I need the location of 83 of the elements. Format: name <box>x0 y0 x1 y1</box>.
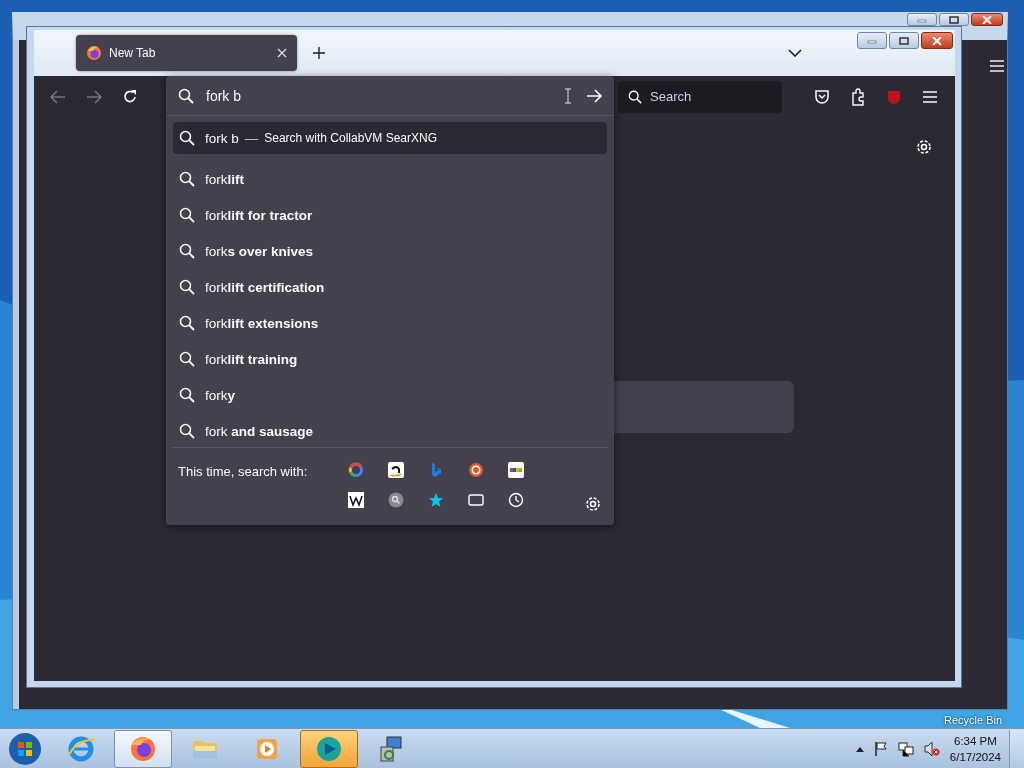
ring-icon[interactable] <box>348 462 364 479</box>
settings-icon[interactable] <box>584 495 602 513</box>
reload-icon[interactable] <box>122 88 138 105</box>
disc-icon <box>315 734 343 763</box>
tab-icon[interactable] <box>468 492 484 509</box>
minimize-icon <box>917 16 927 24</box>
star-icon[interactable] <box>428 492 444 509</box>
close-button[interactable] <box>971 13 1003 26</box>
suggestion-text: forklift <box>205 171 244 187</box>
action-text: Search with CollabVM SearXNG <box>264 131 437 146</box>
maximize-icon <box>949 16 959 24</box>
tile-icon[interactable] <box>388 462 404 479</box>
suggestion-text: fork and sausage <box>205 423 314 439</box>
suggestion-text: forky <box>205 387 236 403</box>
back-arrow-icon[interactable] <box>50 89 66 104</box>
clock[interactable]: 6:34 PM 6/17/2024 <box>949 732 1001 765</box>
menu-icon[interactable] <box>989 59 1005 73</box>
suggestion-row[interactable]: forklift for tractor <box>173 199 607 232</box>
flag-icon[interactable] <box>873 740 888 757</box>
address-field[interactable]: fork b <box>204 86 554 105</box>
caret-up-icon[interactable] <box>855 745 864 752</box>
suggestion-row[interactable]: forklift extensions <box>173 307 607 340</box>
speaker-muted-icon[interactable] <box>923 740 940 757</box>
suggestion-row[interactable]: forks over knives <box>173 235 607 268</box>
maximize-button[interactable] <box>939 13 969 26</box>
search-icon <box>179 387 195 404</box>
suggestion-text: forklift certification <box>205 279 325 295</box>
search-icon <box>628 88 642 105</box>
search-icon <box>179 243 195 260</box>
minimize-button[interactable] <box>857 32 887 49</box>
orb-icon <box>8 731 42 766</box>
fox-icon <box>129 734 157 763</box>
magnifier-icon[interactable] <box>388 492 404 509</box>
suggestion-text: forklift for tractor <box>205 207 313 223</box>
taskbar-button[interactable] <box>114 729 172 768</box>
suggestion-row[interactable]: forky <box>173 379 607 412</box>
e-shape-icon <box>67 734 95 763</box>
suggestion-row[interactable]: fork b — Search with CollabVM SearXNG <box>173 122 607 155</box>
network-icon[interactable] <box>897 740 914 757</box>
tab[interactable]: New Tab <box>76 35 297 71</box>
search-icon <box>179 171 195 188</box>
chevron-icon[interactable] <box>788 49 802 57</box>
query-text: fork b <box>205 130 239 146</box>
search-icon <box>179 351 195 368</box>
search-field[interactable]: Search <box>648 88 772 105</box>
tab-label: New Tab <box>109 46 157 60</box>
search-bar[interactable]: Search <box>618 80 782 113</box>
close-icon <box>982 16 992 24</box>
suggestion-row[interactable]: forklift training <box>173 343 607 376</box>
close-icon <box>932 36 942 45</box>
search-icon <box>179 423 195 440</box>
separator-text: — <box>244 130 259 146</box>
search-icon <box>178 87 194 104</box>
plus-icon[interactable] <box>313 47 325 59</box>
close-icon[interactable] <box>277 48 287 58</box>
puzzle-icon[interactable] <box>850 87 866 106</box>
computer-icon <box>377 734 405 763</box>
suggestion-text: forklift training <box>205 351 298 367</box>
search-icon <box>179 279 195 296</box>
pocket-icon[interactable] <box>814 88 830 105</box>
maximize-button[interactable] <box>889 32 919 49</box>
search-icon <box>179 315 195 332</box>
search-icon <box>179 207 195 224</box>
fox-icon <box>86 45 102 61</box>
suggestion-row[interactable]: forklift certification <box>173 271 607 304</box>
minimize-button[interactable] <box>907 13 937 26</box>
duck-icon[interactable] <box>468 462 484 479</box>
text-cursor-icon <box>564 87 572 104</box>
close-button[interactable] <box>921 32 953 49</box>
maximize-icon <box>899 36 909 45</box>
one-off-label: This time, search with: <box>178 463 309 480</box>
suggestion-row[interactable]: forklift <box>173 163 607 196</box>
suggestion-row[interactable]: fork and sausage <box>173 415 607 448</box>
tile-icon[interactable] <box>348 492 364 509</box>
search-icon <box>179 130 195 147</box>
go-arrow-icon[interactable] <box>586 88 602 103</box>
suggestion-text: forklift extensions <box>205 315 319 331</box>
forward-arrow-icon[interactable] <box>86 89 102 104</box>
clock-icon[interactable] <box>508 492 524 509</box>
suggestion-text: forks over knives <box>205 243 314 259</box>
tile-icon[interactable] <box>508 462 524 479</box>
taskbar-button[interactable] <box>300 729 358 768</box>
settings-icon[interactable] <box>915 138 933 156</box>
